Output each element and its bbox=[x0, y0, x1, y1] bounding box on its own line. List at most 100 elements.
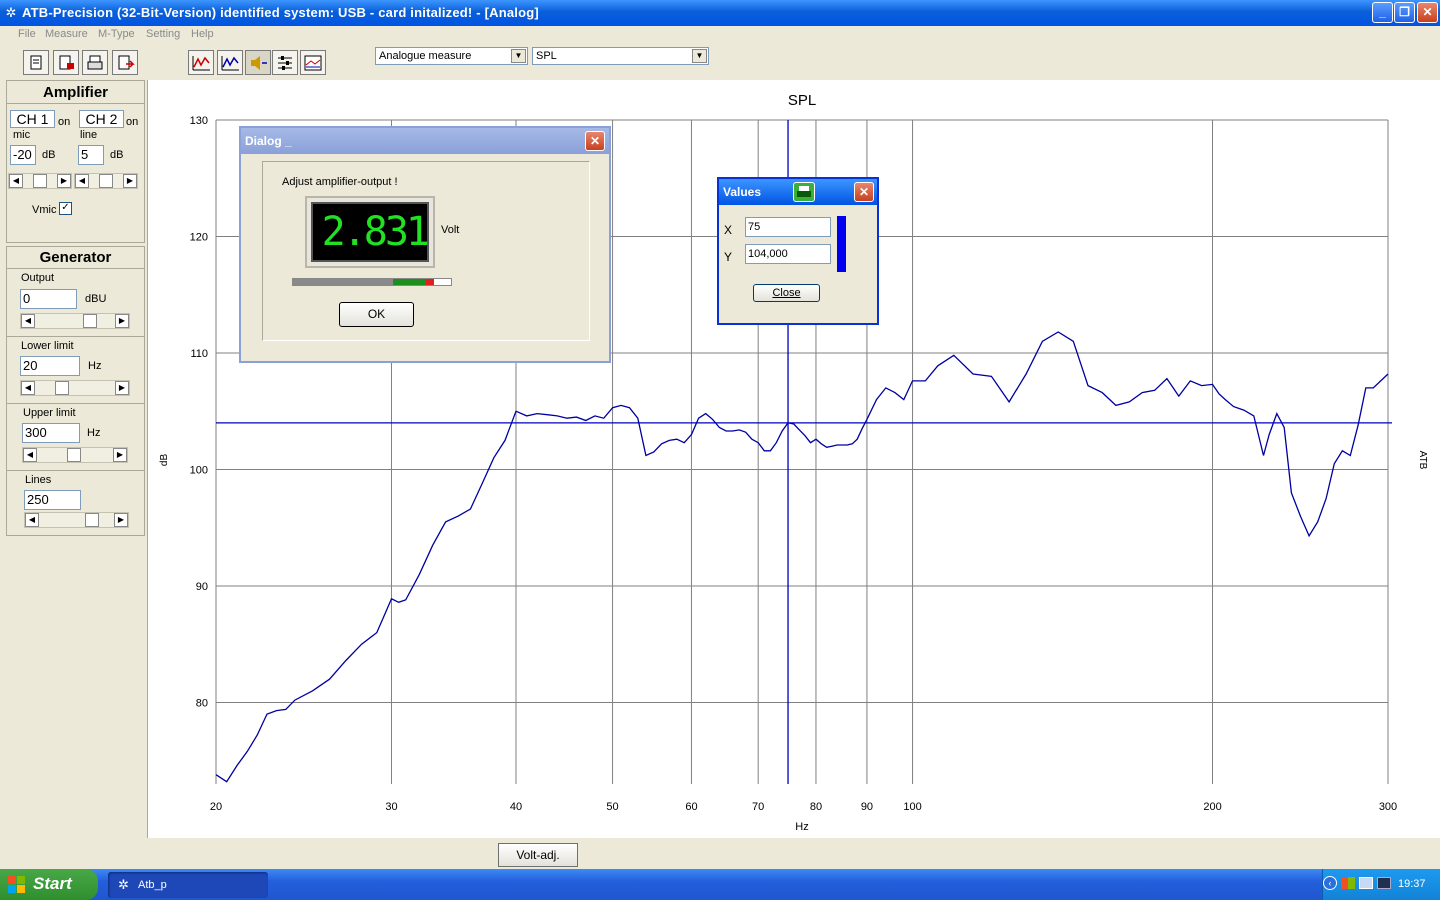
export-button[interactable] bbox=[112, 50, 138, 75]
measure-m-button[interactable] bbox=[188, 50, 214, 75]
slider-left-arrow-icon[interactable]: ◀ bbox=[23, 448, 37, 462]
output-slider[interactable]: ◀ ▶ bbox=[20, 313, 130, 329]
slider-right-arrow-icon[interactable]: ▶ bbox=[113, 448, 127, 462]
graph-m-icon bbox=[192, 56, 210, 71]
measure-mplus-button[interactable] bbox=[217, 50, 243, 75]
tray-expand-icon[interactable]: ‹ bbox=[1323, 876, 1337, 890]
dropdown-arrow-icon[interactable]: ▼ bbox=[692, 49, 707, 63]
x-tick-label: 40 bbox=[510, 801, 522, 813]
window-titlebar[interactable]: ✲ ATB-Precision (32-Bit-Version) identif… bbox=[0, 0, 1440, 26]
chart-view-button[interactable] bbox=[300, 50, 326, 75]
level-green-segment bbox=[393, 279, 426, 285]
divider bbox=[6, 268, 145, 269]
y-tick-label: 120 bbox=[190, 231, 208, 243]
output-label: Output bbox=[21, 272, 55, 284]
new-file-button[interactable] bbox=[23, 50, 49, 75]
start-button[interactable]: Start bbox=[0, 869, 98, 900]
speaker-button[interactable] bbox=[245, 50, 271, 75]
volt-adj-button[interactable]: Volt-adj. bbox=[498, 843, 578, 867]
slider-left-arrow-icon[interactable]: ◀ bbox=[21, 314, 35, 328]
tray-network-icon[interactable] bbox=[1341, 877, 1355, 889]
slider-right-arrow-icon[interactable]: ▶ bbox=[115, 381, 129, 395]
slider-thumb[interactable] bbox=[67, 448, 81, 462]
level-gray-segment bbox=[293, 279, 393, 285]
y-tick-label: 90 bbox=[196, 581, 208, 593]
close-button[interactable]: ✕ bbox=[1417, 2, 1438, 23]
tray-display-icon[interactable] bbox=[1359, 877, 1373, 889]
y-value-field[interactable]: 104,000 bbox=[745, 244, 831, 264]
measure-type-select[interactable]: SPL ▼ bbox=[532, 47, 709, 65]
ch1-gain-input[interactable]: -20 bbox=[10, 145, 36, 165]
x-axis-label: Hz bbox=[795, 821, 808, 833]
ch2-gain-slider[interactable]: ◀ ▶ bbox=[74, 173, 138, 189]
dropdown-arrow-icon[interactable]: ▼ bbox=[511, 49, 526, 63]
y-tick-label: 80 bbox=[196, 697, 208, 709]
lower-limit-input[interactable]: 20 bbox=[20, 356, 80, 376]
menu-help[interactable]: Help bbox=[191, 28, 214, 40]
ch1-toggle[interactable]: CH 1 bbox=[10, 110, 55, 128]
upper-limit-input[interactable]: 300 bbox=[22, 423, 80, 443]
restore-button[interactable]: ❐ bbox=[1394, 2, 1415, 23]
divider bbox=[6, 403, 145, 404]
slider-right-arrow-icon[interactable]: ▶ bbox=[115, 314, 129, 328]
taskbar-item-label: Atb_p bbox=[138, 879, 167, 891]
values-close-x-button[interactable]: ✕ bbox=[854, 182, 874, 202]
menu-setting[interactable]: Setting bbox=[146, 28, 180, 40]
export-document-icon bbox=[118, 55, 135, 70]
ch1-gain-slider[interactable]: ◀ ▶ bbox=[8, 173, 72, 189]
lower-limit-slider[interactable]: ◀ ▶ bbox=[20, 380, 130, 396]
lines-input[interactable]: 250 bbox=[24, 490, 81, 510]
slider-right-arrow-icon[interactable]: ▶ bbox=[114, 513, 128, 527]
voltage-unit: Volt bbox=[441, 224, 460, 236]
y-tick-label: 100 bbox=[190, 464, 208, 476]
values-close-button[interactable]: Close bbox=[753, 284, 820, 302]
dialog-close-button[interactable]: ✕ bbox=[585, 131, 605, 151]
print-button[interactable] bbox=[82, 50, 108, 75]
slider-thumb[interactable] bbox=[85, 513, 99, 527]
measure-mode-value: Analogue measure bbox=[379, 50, 472, 62]
menu-file[interactable]: File bbox=[18, 28, 36, 40]
lower-limit-unit: Hz bbox=[88, 360, 102, 372]
upper-limit-unit: Hz bbox=[87, 427, 101, 439]
slider-left-arrow-icon[interactable]: ◀ bbox=[9, 174, 23, 188]
slider-left-arrow-icon[interactable]: ◀ bbox=[75, 174, 89, 188]
slider-thumb[interactable] bbox=[99, 174, 113, 188]
y-tick-label: 130 bbox=[190, 115, 208, 127]
slider-thumb[interactable] bbox=[55, 381, 69, 395]
speaker-icon bbox=[251, 56, 267, 70]
vmic-label: Vmic bbox=[32, 204, 57, 216]
slider-left-arrow-icon[interactable]: ◀ bbox=[21, 381, 35, 395]
print-values-button[interactable] bbox=[793, 182, 815, 202]
ok-button[interactable]: OK bbox=[339, 302, 414, 327]
ch1-gain-unit: dB bbox=[42, 149, 56, 161]
lines-slider[interactable]: ◀ ▶ bbox=[24, 512, 129, 528]
menu-measure[interactable]: Measure bbox=[45, 28, 88, 40]
x-tick-label: 300 bbox=[1379, 801, 1397, 813]
adjust-dialog-titlebar[interactable]: Dialog _ ✕ bbox=[241, 128, 609, 154]
values-titlebar[interactable]: Values ✕ bbox=[719, 179, 877, 205]
slider-thumb[interactable] bbox=[83, 314, 97, 328]
upper-limit-slider[interactable]: ◀ ▶ bbox=[22, 447, 128, 463]
open-file-button[interactable] bbox=[53, 50, 79, 75]
slider-left-arrow-icon[interactable]: ◀ bbox=[25, 513, 39, 527]
x-tick-label: 30 bbox=[385, 801, 397, 813]
measure-mode-select[interactable]: Analogue measure ▼ bbox=[375, 47, 528, 65]
output-input[interactable]: 0 bbox=[20, 289, 77, 309]
chart-title: SPL bbox=[788, 92, 816, 109]
x-value-field[interactable]: 75 bbox=[745, 217, 831, 237]
ch2-on-label: on bbox=[126, 116, 139, 128]
vmic-checkbox[interactable]: ✓ bbox=[59, 202, 72, 215]
ch2-toggle[interactable]: CH 2 bbox=[79, 110, 124, 128]
tray-monitor-icon[interactable] bbox=[1377, 877, 1391, 889]
minimize-button[interactable]: _ bbox=[1372, 2, 1393, 23]
chart-window-icon bbox=[304, 55, 322, 71]
ch2-gain-input[interactable]: 5 bbox=[78, 145, 104, 165]
settings-sliders-button[interactable] bbox=[272, 50, 298, 75]
slider-right-arrow-icon[interactable]: ▶ bbox=[57, 174, 71, 188]
lower-limit-label: Lower limit bbox=[21, 340, 74, 352]
slider-right-arrow-icon[interactable]: ▶ bbox=[123, 174, 137, 188]
slider-thumb[interactable] bbox=[33, 174, 47, 188]
menu-m-type[interactable]: M-Type bbox=[98, 28, 135, 40]
x-tick-label: 60 bbox=[685, 801, 697, 813]
taskbar-item-atb[interactable]: ✲ Atb_p bbox=[108, 872, 268, 898]
